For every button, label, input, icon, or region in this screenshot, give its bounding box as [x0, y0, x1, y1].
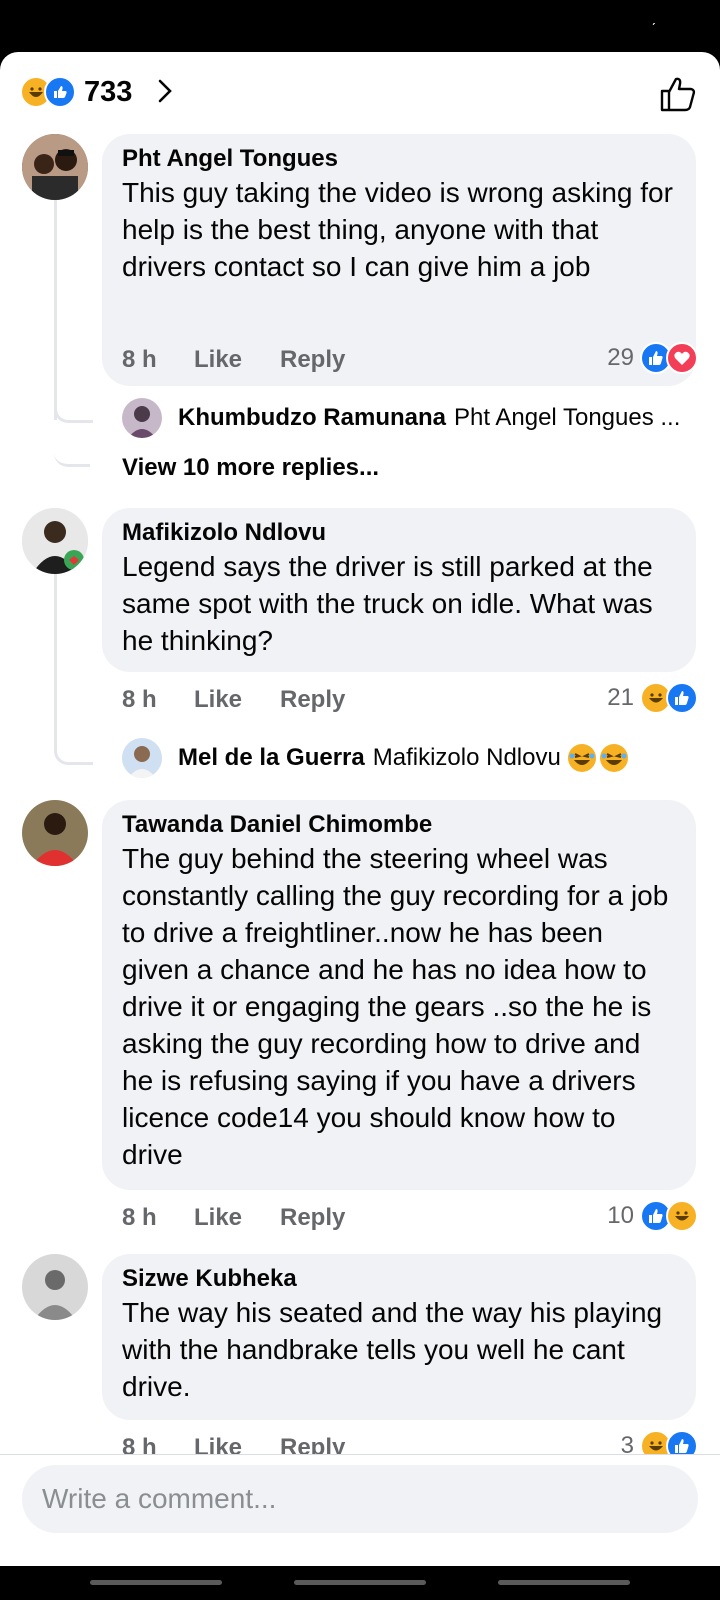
- status-indicator: ˊ: [651, 20, 656, 36]
- comment-actions: 8 h Like Reply: [122, 684, 345, 716]
- reactions-header[interactable]: 733: [0, 52, 720, 132]
- comment-actions: 8 h Like Reply: [122, 344, 345, 376]
- comment-text: This guy taking the video is wrong askin…: [122, 177, 673, 282]
- comment-author[interactable]: Sizwe Kubheka: [122, 1264, 676, 1294]
- comment-text: The guy behind the steering wheel was co…: [122, 843, 669, 1170]
- reply-preview[interactable]: Mel de la Guerra Mafikizolo Ndlovu: [122, 736, 629, 780]
- like-button[interactable]: Like: [194, 684, 280, 716]
- reaction-count[interactable]: 10: [580, 1200, 634, 1232]
- reply-button[interactable]: Reply: [280, 1202, 345, 1234]
- view-more-replies-link[interactable]: View 10 more replies...: [122, 454, 379, 482]
- avatar[interactable]: [22, 800, 88, 866]
- comment-input[interactable]: [22, 1465, 698, 1533]
- reply-author[interactable]: Khumbudzo Ramunana: [178, 404, 446, 432]
- like-button[interactable]: Like: [194, 1202, 280, 1234]
- like-icon: [666, 682, 698, 714]
- reaction-count[interactable]: 21: [580, 682, 634, 714]
- reply-text: Mafikizolo Ndlovu: [372, 744, 561, 771]
- comment-reactions[interactable]: [640, 1200, 700, 1232]
- system-nav-bar: [0, 1566, 720, 1600]
- thread-connector: [54, 692, 93, 765]
- status-bar: ˊ: [0, 0, 720, 52]
- like-icon: [44, 76, 76, 108]
- nav-handle[interactable]: [294, 1580, 426, 1585]
- comment-author[interactable]: Pht Angel Tongues: [122, 144, 676, 174]
- comment-bubble[interactable]: Tawanda Daniel Chimombe The guy behind t…: [102, 800, 696, 1190]
- avatar[interactable]: [22, 134, 88, 200]
- reaction-summary-icons: [20, 76, 80, 108]
- thread-connector: [54, 420, 90, 467]
- like-outline-icon[interactable]: [658, 74, 698, 114]
- avatar[interactable]: [22, 1254, 88, 1320]
- reply-button[interactable]: Reply: [280, 684, 345, 716]
- comment-bubble[interactable]: Sizwe Kubheka The way his seated and the…: [102, 1254, 696, 1420]
- laughing-emoji-icon: [567, 744, 596, 772]
- comment-text: Legend says the driver is still parked a…: [122, 551, 653, 656]
- like-button[interactable]: Like: [194, 344, 280, 376]
- comment-text: The way his seated and the way his playi…: [122, 1297, 663, 1402]
- chevron-right-icon: [158, 79, 172, 103]
- comment-age: 8 h: [122, 346, 157, 373]
- reply-text: Pht Angel Tongues ...: [454, 404, 681, 431]
- laughing-emoji-icon: [599, 744, 628, 772]
- reaction-total: 733: [84, 76, 133, 108]
- thread-connector: [54, 352, 93, 423]
- love-icon: [666, 342, 698, 374]
- comment-composer-bar: [0, 1454, 720, 1566]
- comments-sheet: 733 Pht Angel Tongues This guy taking th…: [0, 52, 720, 1566]
- avatar[interactable]: [22, 508, 88, 574]
- comment-reactions[interactable]: [640, 342, 700, 374]
- comment-bubble[interactable]: Mafikizolo Ndlovu Legend says the driver…: [102, 508, 696, 672]
- comment-age: 8 h: [122, 1204, 157, 1231]
- comment-author[interactable]: Mafikizolo Ndlovu: [122, 518, 676, 548]
- haha-icon: [666, 1200, 698, 1232]
- avatar[interactable]: [122, 738, 162, 778]
- reply-button[interactable]: Reply: [280, 344, 345, 376]
- comment-actions: 8 h Like Reply: [122, 1202, 345, 1234]
- comment-author[interactable]: Tawanda Daniel Chimombe: [122, 810, 676, 840]
- nav-handle[interactable]: [498, 1580, 630, 1585]
- reaction-count[interactable]: 29: [580, 342, 634, 374]
- comment-age: 8 h: [122, 686, 157, 713]
- reply-author[interactable]: Mel de la Guerra: [178, 744, 365, 772]
- avatar[interactable]: [122, 398, 162, 438]
- nav-handle[interactable]: [90, 1580, 222, 1585]
- reply-preview[interactable]: Khumbudzo Ramunana Pht Angel Tongues ...: [122, 396, 680, 440]
- comment-reactions[interactable]: [640, 682, 700, 714]
